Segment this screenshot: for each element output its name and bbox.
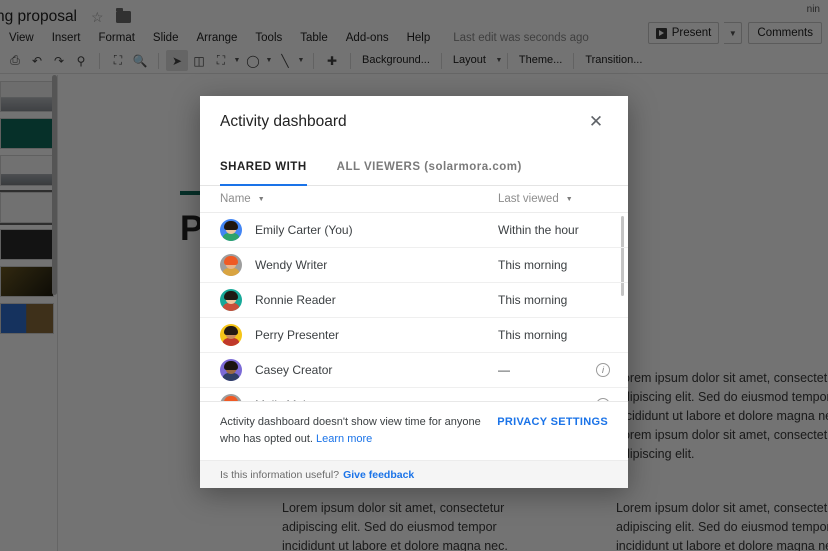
avatar-hair xyxy=(224,396,238,401)
column-header-last-viewed[interactable]: Last viewed ▼ xyxy=(498,193,573,205)
avatar-hair xyxy=(224,256,238,265)
sort-caret-icon[interactable]: ▼ xyxy=(566,196,573,203)
row-name: Wendy Writer xyxy=(255,258,328,272)
dialog-tabs: SHARED WITH ALL VIEWERS (solarmora.com) xyxy=(200,148,628,186)
row-name: Molly Maker xyxy=(255,398,320,401)
row-last-viewed: This morning xyxy=(498,293,568,307)
avatar xyxy=(220,324,242,346)
column-header-name[interactable]: Name ▼ xyxy=(220,193,265,205)
sort-caret-icon[interactable]: ▼ xyxy=(258,196,265,203)
avatar-hair xyxy=(224,221,238,230)
avatar-hair xyxy=(224,291,238,300)
privacy-notice-text: Activity dashboard doesn't show view tim… xyxy=(220,414,487,448)
avatar xyxy=(220,359,242,381)
table-row[interactable]: Emily Carter (You) Within the hour xyxy=(200,213,628,248)
learn-more-link[interactable]: Learn more xyxy=(316,433,372,445)
feedback-bar: Is this information useful? Give feedbac… xyxy=(200,460,628,488)
row-last-viewed: — xyxy=(498,363,510,377)
table-row[interactable]: Molly Maker — i xyxy=(200,388,628,401)
avatar xyxy=(220,394,242,401)
avatar xyxy=(220,289,242,311)
privacy-settings-button[interactable]: PRIVACY SETTINGS xyxy=(497,414,608,428)
tab-shared-with[interactable]: SHARED WITH xyxy=(220,148,307,186)
avatar-body xyxy=(222,338,240,346)
table-row[interactable]: Ronnie Reader This morning xyxy=(200,283,628,318)
dialog-title: Activity dashboard xyxy=(220,113,347,130)
tab-shared-with-label: SHARED WITH xyxy=(220,160,307,173)
table-row[interactable]: Wendy Writer This morning xyxy=(200,248,628,283)
table-row[interactable]: Perry Presenter This morning xyxy=(200,318,628,353)
row-last-viewed: — xyxy=(498,398,510,401)
tab-all-viewers[interactable]: ALL VIEWERS (solarmora.com) xyxy=(337,148,522,185)
table-row[interactable]: Casey Creator — i xyxy=(200,353,628,388)
column-header-last-viewed-label: Last viewed xyxy=(498,193,559,205)
row-name: Casey Creator xyxy=(255,363,333,377)
privacy-notice: Activity dashboard doesn't show view tim… xyxy=(200,401,628,460)
viewer-list[interactable]: Emily Carter (You) Within the hour Wendy W… xyxy=(200,213,628,401)
avatar xyxy=(220,254,242,276)
list-column-headers: Name ▼ Last viewed ▼ xyxy=(200,186,628,213)
dialog-header: Activity dashboard ✕ xyxy=(200,96,628,148)
avatar-body xyxy=(222,373,240,381)
close-icon[interactable]: ✕ xyxy=(584,110,608,134)
row-last-viewed: Within the hour xyxy=(498,223,579,237)
row-name: Ronnie Reader xyxy=(255,293,336,307)
row-last-viewed: This morning xyxy=(498,328,568,342)
avatar-body xyxy=(222,233,240,241)
screen: ng proposal ☆ View Insert Format Slide A… xyxy=(0,0,828,551)
column-header-name-label: Name xyxy=(220,193,251,205)
avatar-body xyxy=(222,303,240,311)
info-circle-icon[interactable]: i xyxy=(596,398,610,401)
avatar-body xyxy=(222,268,240,276)
info-circle-icon[interactable]: i xyxy=(596,363,610,377)
row-name: Perry Presenter xyxy=(255,328,340,342)
row-name: Emily Carter (You) xyxy=(255,223,353,237)
give-feedback-link[interactable]: Give feedback xyxy=(343,469,414,481)
avatar xyxy=(220,219,242,241)
avatar-hair xyxy=(224,361,238,370)
avatar-hair xyxy=(224,326,238,335)
activity-dashboard-dialog: Activity dashboard ✕ SHARED WITH ALL VIE… xyxy=(200,96,628,488)
feedback-prompt: Is this information useful? xyxy=(220,468,340,481)
tab-all-viewers-label: ALL VIEWERS (solarmora.com) xyxy=(336,160,522,173)
row-last-viewed: This morning xyxy=(498,258,568,272)
